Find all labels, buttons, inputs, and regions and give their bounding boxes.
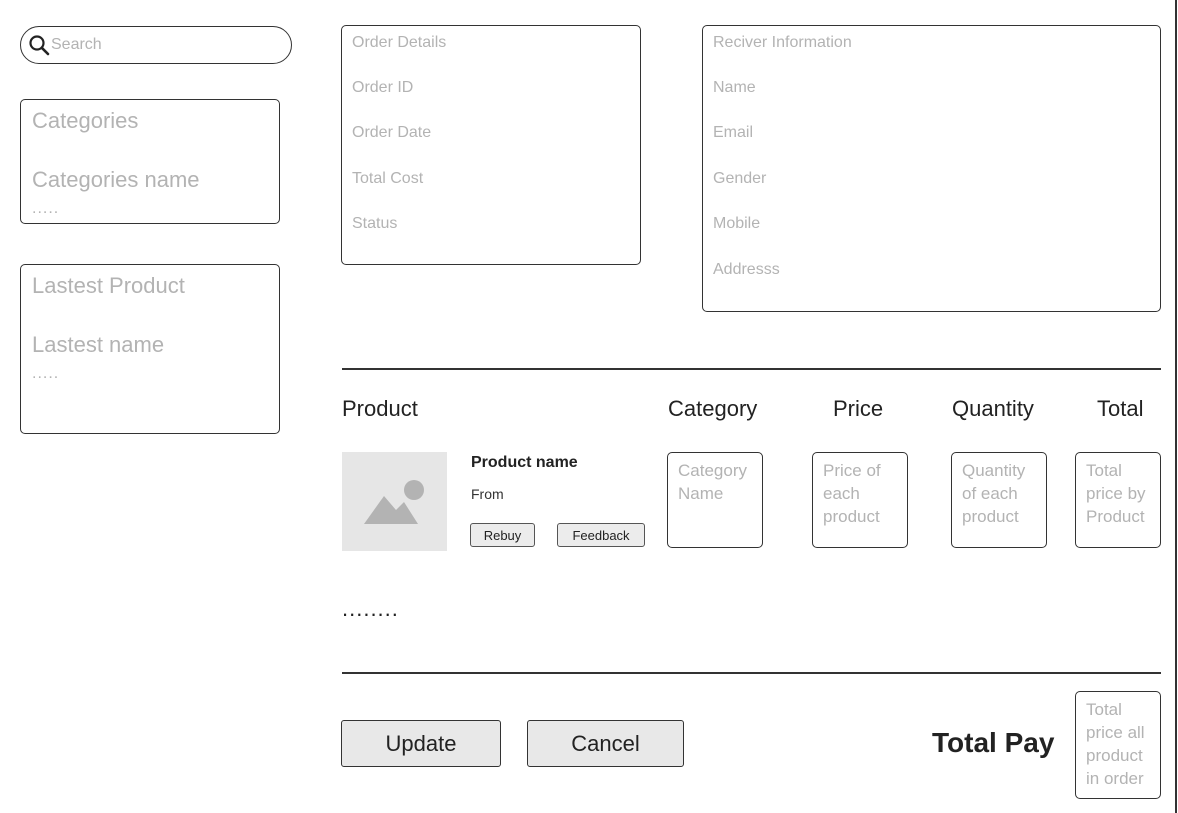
- more-rows-indicator: ........: [342, 596, 399, 621]
- categories-item[interactable]: Categories name: [32, 167, 200, 193]
- row-total-cell-text: Total price by Product: [1086, 461, 1146, 526]
- receiver-email-label: Email: [713, 124, 754, 141]
- search-input[interactable]: [51, 34, 281, 56]
- search-icon: [29, 35, 50, 56]
- column-header-price: Price: [833, 396, 884, 421]
- column-header-quantity: Quantity: [952, 396, 1034, 421]
- receiver-mobile-label: Mobile: [713, 215, 761, 232]
- total-pay-value-box: Total price all product in order: [1075, 691, 1161, 799]
- latest-product-title: Lastest Product: [32, 273, 185, 298]
- receiver-info-title: Reciver Information: [713, 34, 852, 51]
- product-name[interactable]: Product name: [471, 454, 578, 472]
- latest-product-item[interactable]: Lastest name: [32, 332, 164, 358]
- product-image[interactable]: [342, 452, 447, 551]
- latest-product-panel: Lastest Product Lastest name .....: [20, 264, 280, 434]
- product-from: From: [471, 486, 504, 502]
- price-cell-text: Price of each product: [823, 461, 881, 526]
- quantity-cell[interactable]: Quantity of each product: [951, 452, 1047, 548]
- cancel-button[interactable]: Cancel: [527, 720, 684, 767]
- column-header-product: Product: [342, 396, 418, 421]
- update-button[interactable]: Update: [341, 720, 501, 767]
- total-pay-label: Total Pay: [932, 727, 1055, 758]
- receiver-address-label: Addresss: [713, 261, 780, 278]
- row-total-cell: Total price by Product: [1075, 452, 1161, 548]
- right-edge-rule: [1175, 0, 1177, 813]
- receiver-gender-label: Gender: [713, 170, 767, 187]
- image-placeholder-icon: [364, 480, 424, 524]
- category-cell-text: Category Name: [678, 461, 747, 503]
- total-cost-label: Total Cost: [352, 170, 424, 187]
- receiver-name-label: Name: [713, 79, 756, 96]
- search-box[interactable]: [20, 26, 292, 64]
- feedback-button[interactable]: Feedback: [557, 523, 645, 547]
- receiver-info-panel: Reciver Information Name Email Gender Mo…: [702, 25, 1161, 312]
- category-cell: Category Name: [667, 452, 763, 548]
- rebuy-button[interactable]: Rebuy: [470, 523, 535, 547]
- order-id-label: Order ID: [352, 79, 414, 96]
- price-cell: Price of each product: [812, 452, 908, 548]
- categories-panel: Categories Categories name .....: [20, 99, 280, 224]
- categories-title: Categories: [32, 108, 139, 133]
- quantity-cell-text: Quantity of each product: [962, 461, 1026, 526]
- latest-product-more: .....: [32, 365, 60, 382]
- status-label: Status: [352, 215, 398, 232]
- column-header-total: Total: [1097, 396, 1144, 421]
- divider-bottom: [342, 672, 1161, 674]
- column-header-category: Category: [668, 396, 758, 421]
- divider-top: [342, 368, 1161, 370]
- order-details-title: Order Details: [352, 34, 447, 51]
- order-details-panel: Order Details Order ID Order Date Total …: [341, 25, 641, 265]
- total-pay-value: Total price all product in order: [1086, 700, 1145, 788]
- order-date-label: Order Date: [352, 124, 432, 141]
- categories-more: .....: [32, 200, 60, 217]
